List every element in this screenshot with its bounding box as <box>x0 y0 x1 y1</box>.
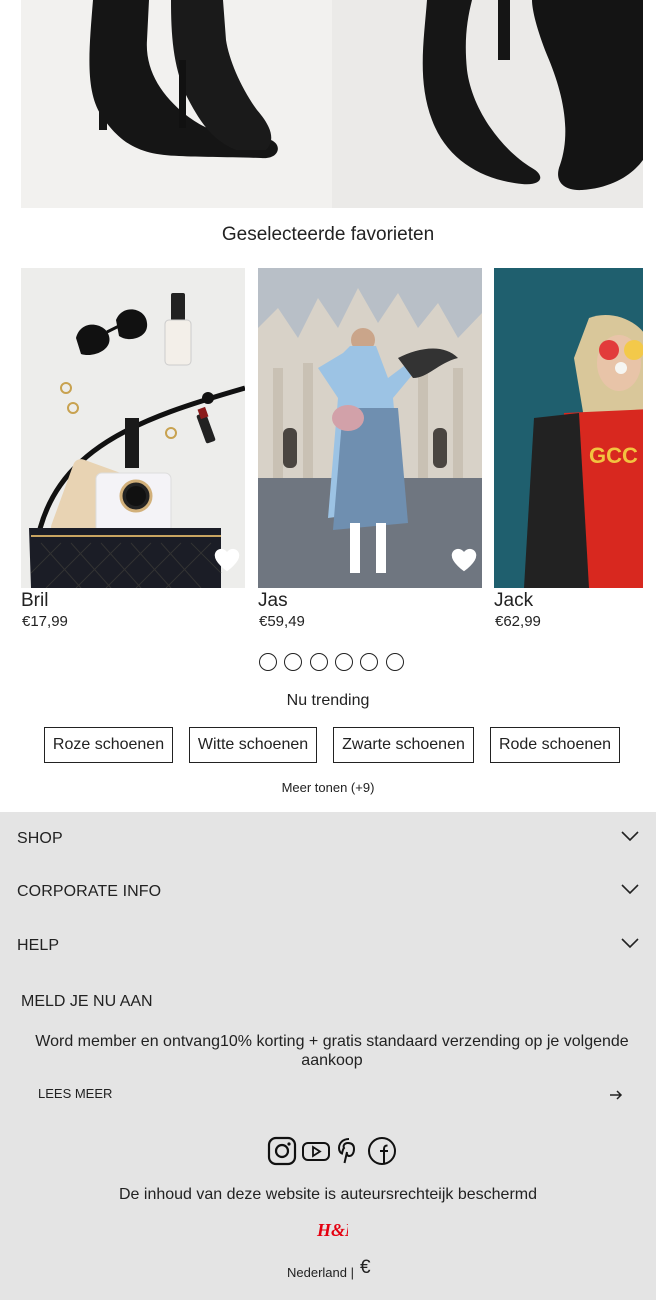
locale-selector[interactable]: Nederland | <box>287 1265 354 1280</box>
favorites-carousel[interactable]: Bril €17,99 Jas €59,49 GCC Jack €62,99 <box>21 268 643 638</box>
carousel-dot[interactable] <box>310 653 328 671</box>
product-image[interactable]: GCC <box>494 268 643 588</box>
pinterest-icon[interactable] <box>334 1136 364 1166</box>
product-name[interactable]: Jas <box>258 590 288 612</box>
newsletter-text: Word member en ontvang10% korting + grat… <box>35 1033 629 1069</box>
footer-accordion-corporate-info[interactable]: CORPORATE INFO <box>17 877 639 907</box>
product-price: €59,49 <box>259 613 305 630</box>
product-image[interactable] <box>21 268 245 588</box>
show-more-link[interactable]: Meer tonen (+9) <box>0 780 656 795</box>
favorite-heart-icon[interactable] <box>450 546 478 574</box>
footer: SHOP CORPORATE INFO HELP MELD JE NU AAN … <box>0 812 656 1300</box>
arrow-right-icon[interactable] <box>608 1088 624 1102</box>
footer-accordion-shop[interactable]: SHOP <box>17 824 639 854</box>
favorite-heart-icon[interactable] <box>213 546 241 574</box>
hero-banner[interactable] <box>21 0 643 208</box>
read-more-link[interactable]: LEES MEER <box>38 1086 112 1101</box>
product-name[interactable]: Bril <box>21 590 48 612</box>
favorites-title: Geselecteerde favorieten <box>221 224 435 245</box>
product-image[interactable] <box>258 268 482 588</box>
trending-title: Nu trending <box>286 692 370 709</box>
newsletter-title: MELD JE NU AAN <box>21 993 153 1010</box>
svg-text:H&M: H&M <box>316 1220 348 1240</box>
carousel-dot[interactable] <box>386 653 404 671</box>
youtube-icon[interactable] <box>301 1136 331 1166</box>
trend-chip-white-shoes[interactable]: Witte schoenen <box>189 727 317 763</box>
product-price: €17,99 <box>22 613 68 630</box>
accordion-label: HELP <box>17 937 60 954</box>
trend-chip-pink-shoes[interactable]: Roze schoenen <box>44 727 173 763</box>
carousel-dot[interactable] <box>284 653 302 671</box>
chevron-down-icon <box>621 938 639 949</box>
svg-text:GCC: GCC <box>589 443 638 468</box>
trend-chip-black-shoes[interactable]: Zwarte schoenen <box>333 727 474 763</box>
hero-image-boots-right <box>332 0 643 208</box>
carousel-dot[interactable] <box>360 653 378 671</box>
product-price: €62,99 <box>495 613 541 630</box>
carousel-dot[interactable] <box>335 653 353 671</box>
chevron-down-icon <box>621 884 639 895</box>
hero-image-boots-left <box>21 0 332 208</box>
accordion-label: CORPORATE INFO <box>17 883 162 900</box>
facebook-icon[interactable] <box>367 1136 397 1166</box>
instagram-icon[interactable] <box>267 1136 297 1166</box>
product-name[interactable]: Jack <box>494 590 533 612</box>
trend-chip-red-shoes[interactable]: Rode schoenen <box>490 727 620 763</box>
chevron-down-icon <box>621 831 639 842</box>
hm-logo[interactable]: H&M <box>316 1217 348 1241</box>
copyright-text: De inhoud van deze website is auteursrec… <box>118 1186 537 1203</box>
accordion-label: SHOP <box>17 830 63 847</box>
carousel-dot[interactable] <box>259 653 277 671</box>
footer-accordion-help[interactable]: HELP <box>17 931 639 961</box>
currency-symbol: € <box>360 1257 371 1278</box>
